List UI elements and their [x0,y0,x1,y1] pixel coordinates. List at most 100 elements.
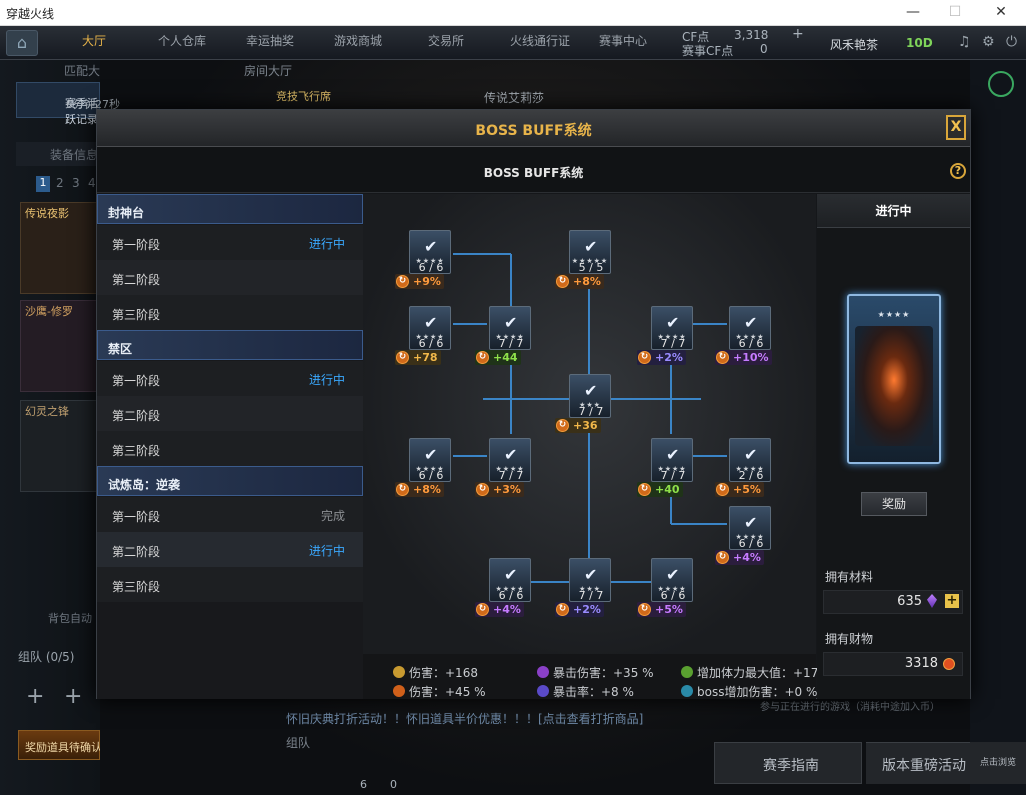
nav-exchange[interactable]: 交易所 [404,26,488,60]
equip-info-bar: 装备信息 [16,142,100,166]
invite-plus-icon[interactable]: + [64,684,82,709]
version-event-button[interactable]: 版本重磅活动 [866,742,970,784]
stage-row[interactable]: 第三阶段 [97,567,363,602]
progress-status: 进行中 [817,194,970,228]
buff-node[interactable]: ✔ ★★★ 7 / 7 ↻ +36 [555,374,611,436]
check-icon: ✔ [584,565,598,584]
stage-status: 进行中 [308,237,345,251]
reward-confirm-box[interactable]: 奖励道具待确认 [18,730,102,760]
stage-name: 第二阶段 [112,273,161,287]
check-icon: ✔ [504,445,518,464]
maximize-button[interactable]: ☐ [946,4,964,20]
add-material-button[interactable]: + [945,594,959,608]
event-cf-value: 0 [760,42,768,56]
modal-subtitle: BOSS BUFF系统 [483,166,584,180]
buff-node[interactable]: ✔ ★★★★ 6 / 6 ↻ +78 [395,306,451,368]
stat-crit-damage: 暴击伤害：+35 % [537,664,654,681]
stage-row[interactable]: 第三阶段 [97,431,363,466]
stage-status: 进行中 [308,373,345,387]
weapon-slot-3[interactable]: 幻灵之锋 [20,400,100,492]
buff-node[interactable]: ✔ ★★★★★ 5 / 5 ↻ +8% [555,230,611,292]
nav-lottery[interactable]: 幸运抽奖 [228,26,312,60]
equip-page-4[interactable]: 4 [88,176,96,190]
help-icon[interactable]: ? [950,163,966,179]
minimize-button[interactable]: — [904,4,922,20]
buff-node[interactable]: ✔ ★★★★ 6 / 6 ↻ +4% [715,506,771,568]
notes-icon[interactable]: ♫ [958,34,971,50]
check-icon: ✔ [666,565,680,584]
weapon-slot-2[interactable]: 沙鹰-修罗 [20,300,100,392]
node-buff-value: +44 [493,351,518,364]
node-buff-value: +3% [493,483,521,496]
legend-character-label: 传说艾莉莎 [484,91,545,105]
stage-row[interactable]: 第二阶段 [97,396,363,431]
equip-page-2[interactable]: 2 [56,176,64,190]
stat-damage-flat-text: 伤害：+168 [409,666,478,680]
invite-plus-icon[interactable]: + [26,684,44,709]
stage-row-selected[interactable]: 第二阶段 进行中 [97,532,363,567]
buff-node[interactable]: ✔ ★★★★ 2 / 6 ↻ +5% [715,438,771,500]
boss-portrait [855,326,933,446]
home-icon[interactable]: ⌂ [6,30,38,56]
buff-node[interactable]: ✔ ★★★★ 6 / 6 ↻ +8% [395,438,451,500]
stage-row[interactable]: 第二阶段 [97,260,363,295]
buff-node[interactable]: ✔ ★★★ 7 / 7 ↻ +2% [555,558,611,620]
node-buff-value: +2% [655,351,683,364]
section-header-jinqu[interactable]: 禁区 [97,330,363,360]
window-titlebar: 穿越火线 — ☐ ✕ [0,0,1026,26]
buff-node[interactable]: ✔ ★★★★ 7 / 7 ↻ +40 [637,438,693,500]
announcement-text[interactable]: 怀旧庆典打折活动！！怀旧道具半价优惠！！！[点击查看打折商品] [286,710,692,727]
equip-page-3[interactable]: 3 [72,176,80,190]
competitive-label[interactable]: 竞技飞行席 [276,88,331,104]
nav-battlepass[interactable]: 火线通行证 [492,26,588,60]
equip-page-1[interactable]: 1 [36,176,50,192]
stage-row[interactable]: 第一阶段 完成 [97,497,363,532]
reward-button[interactable]: 奖励 [861,492,927,516]
buff-node[interactable]: ✔ ★★★★ 6 / 6 ↻ +4% [475,558,531,620]
stage-row[interactable]: 第一阶段 进行中 [97,225,363,260]
buff-node[interactable]: ✔ ★★★★ 6 / 6 ↻ +5% [637,558,693,620]
buff-node[interactable]: ✔ ★★★★ 7 / 7 ↻ +2% [637,306,693,368]
check-icon: ✔ [504,313,518,332]
stage-row[interactable]: 第三阶段 [97,295,363,330]
boss-icon [681,685,693,697]
gear-icon[interactable]: ⚙ [982,34,995,50]
click-browse-label[interactable]: 点击浏览 [970,742,1026,784]
power-icon[interactable]: ⏻ [1006,34,1017,50]
monster-card: ✔ ★★★★ 7 / 7 [651,306,693,350]
buff-node[interactable]: ✔ ★★★★ 7 / 7 ↻ +44 [475,306,531,368]
close-window-button[interactable]: ✕ [992,4,1010,20]
node-count: 7 / 7 [578,589,604,602]
crit-rate-icon [537,685,549,697]
node-buff: ↻ +2% [637,350,686,365]
weapon-slot-1[interactable]: 传说夜影 [20,202,100,294]
stat-damage-pct: 伤害：+45 % [393,683,486,700]
section-header-fengshentai[interactable]: 封神台 [97,194,363,224]
refresh-icon: ↻ [556,603,569,616]
season-guide-button[interactable]: 赛季指南 [714,742,862,784]
nav-shop[interactable]: 游戏商城 [316,26,400,60]
node-count: 6 / 6 [738,337,764,350]
stat-boss-damage-text: boss增加伤害：+0 % [697,685,818,699]
nav-warehouse[interactable]: 个人仓库 [140,26,224,60]
refresh-icon: ↻ [396,351,409,364]
stage-row[interactable]: 第一阶段 进行中 [97,361,363,396]
monster-card: ✔ ★★★★ 7 / 7 [489,438,531,482]
section-header-trial-island[interactable]: 试炼岛：逆袭 [97,466,363,496]
nav-lobby[interactable]: 大厅 [60,26,128,60]
buff-node[interactable]: ✔ ★★★★ 7 / 7 ↻ +3% [475,438,531,500]
tab-room-hall[interactable]: 房间大厅 [244,62,292,79]
nav-events[interactable]: 赛事中心 [590,26,656,60]
player-name[interactable]: 风禾艳茶 [830,36,878,53]
modal-close-button[interactable]: X [946,115,966,140]
team-chat-label: 组队 [286,736,311,750]
activity-ring-icon[interactable] [988,71,1014,97]
buff-node[interactable]: ✔ ★★★★ 6 / 6 ↻ +9% [395,230,451,292]
crit-damage-icon [537,666,549,678]
reward-confirm-label: 奖励道具待确认 [25,741,102,754]
auto-pack-label[interactable]: 背包自动 [48,610,92,626]
buff-node[interactable]: ✔ ★★★★ 6 / 6 ↻ +10% [715,306,772,368]
cf-add-button[interactable]: + [792,26,804,42]
monster-card: ✔ ★★★★ 6 / 6 [409,230,451,274]
boss-card[interactable]: ★★★★ [847,294,941,464]
